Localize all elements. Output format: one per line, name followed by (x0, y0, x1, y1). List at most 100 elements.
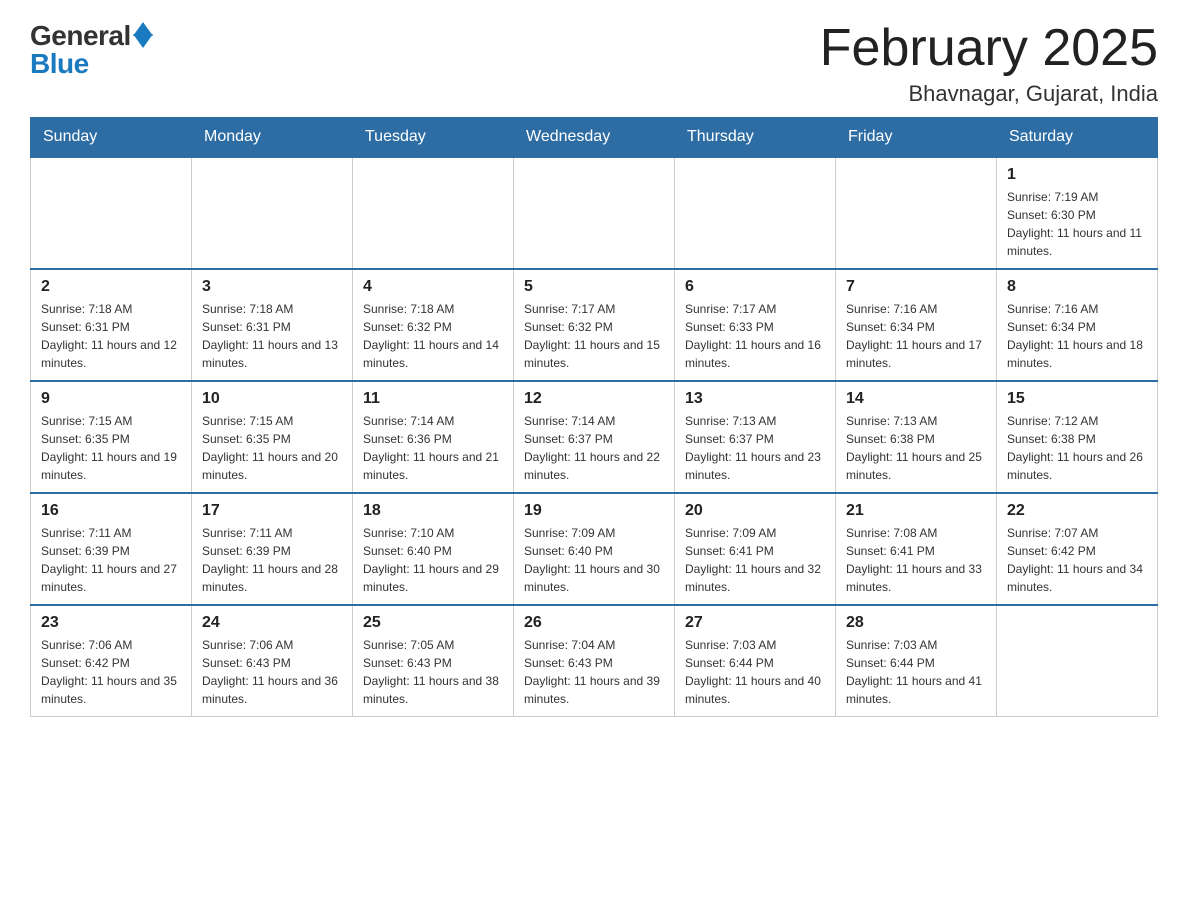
day-info: Sunrise: 7:09 AMSunset: 6:40 PMDaylight:… (524, 524, 664, 596)
day-info: Sunrise: 7:17 AMSunset: 6:32 PMDaylight:… (524, 300, 664, 372)
calendar-cell: 19 Sunrise: 7:09 AMSunset: 6:40 PMDayligh… (514, 493, 675, 605)
calendar-cell: 22 Sunrise: 7:07 AMSunset: 6:42 PMDayligh… (997, 493, 1158, 605)
calendar-cell (675, 157, 836, 269)
day-info: Sunrise: 7:04 AMSunset: 6:43 PMDaylight:… (524, 636, 664, 708)
day-number: 14 (846, 390, 986, 408)
calendar-cell: 26 Sunrise: 7:04 AMSunset: 6:43 PMDayligh… (514, 605, 675, 717)
day-number: 5 (524, 278, 664, 296)
weekday-header-thursday: Thursday (675, 118, 836, 158)
day-info: Sunrise: 7:18 AMSunset: 6:31 PMDaylight:… (202, 300, 342, 372)
day-number: 4 (363, 278, 503, 296)
day-info: Sunrise: 7:06 AMSunset: 6:42 PMDaylight:… (41, 636, 181, 708)
calendar-cell: 8 Sunrise: 7:16 AMSunset: 6:34 PMDaylight… (997, 269, 1158, 381)
weekday-header-wednesday: Wednesday (514, 118, 675, 158)
calendar-cell: 1 Sunrise: 7:19 AMSunset: 6:30 PMDaylight… (997, 157, 1158, 269)
day-number: 17 (202, 502, 342, 520)
day-number: 15 (1007, 390, 1147, 408)
day-number: 3 (202, 278, 342, 296)
week-row-4: 16 Sunrise: 7:11 AMSunset: 6:39 PMDayligh… (31, 493, 1158, 605)
day-number: 6 (685, 278, 825, 296)
calendar-table: SundayMondayTuesdayWednesdayThursdayFrid… (30, 117, 1158, 717)
calendar-cell (31, 157, 192, 269)
calendar-cell: 21 Sunrise: 7:08 AMSunset: 6:41 PMDayligh… (836, 493, 997, 605)
week-row-5: 23 Sunrise: 7:06 AMSunset: 6:42 PMDayligh… (31, 605, 1158, 717)
day-number: 11 (363, 390, 503, 408)
day-number: 1 (1007, 166, 1147, 184)
day-info: Sunrise: 7:13 AMSunset: 6:38 PMDaylight:… (846, 412, 986, 484)
calendar-cell (836, 157, 997, 269)
day-info: Sunrise: 7:05 AMSunset: 6:43 PMDaylight:… (363, 636, 503, 708)
logo: General Blue (30, 20, 153, 80)
calendar-cell: 13Sunrise: 7:13 AMSunset: 6:37 PMDayligh… (675, 381, 836, 493)
calendar-cell: 5 Sunrise: 7:17 AMSunset: 6:32 PMDaylight… (514, 269, 675, 381)
day-info: Sunrise: 7:11 AMSunset: 6:39 PMDaylight:… (202, 524, 342, 596)
weekday-header-friday: Friday (836, 118, 997, 158)
day-number: 22 (1007, 502, 1147, 520)
calendar-cell (353, 157, 514, 269)
logo-blue-text: Blue (30, 48, 153, 80)
day-number: 23 (41, 614, 181, 632)
day-number: 2 (41, 278, 181, 296)
day-info: Sunrise: 7:07 AMSunset: 6:42 PMDaylight:… (1007, 524, 1147, 596)
day-info: Sunrise: 7:10 AMSunset: 6:40 PMDaylight:… (363, 524, 503, 596)
week-row-1: 1 Sunrise: 7:19 AMSunset: 6:30 PMDaylight… (31, 157, 1158, 269)
day-number: 12 (524, 390, 664, 408)
weekday-header-monday: Monday (192, 118, 353, 158)
calendar-cell: 28Sunrise: 7:03 AMSunset: 6:44 PMDayligh… (836, 605, 997, 717)
day-info: Sunrise: 7:11 AMSunset: 6:39 PMDaylight:… (41, 524, 181, 596)
day-info: Sunrise: 7:19 AMSunset: 6:30 PMDaylight:… (1007, 188, 1147, 260)
day-number: 24 (202, 614, 342, 632)
calendar-cell: 12 Sunrise: 7:14 AMSunset: 6:37 PMDayligh… (514, 381, 675, 493)
day-info: Sunrise: 7:03 AMSunset: 6:44 PMDaylight:… (685, 636, 825, 708)
day-number: 13 (685, 390, 825, 408)
day-number: 10 (202, 390, 342, 408)
day-number: 26 (524, 614, 664, 632)
logo-triangle-down (133, 34, 153, 48)
day-number: 19 (524, 502, 664, 520)
calendar-cell: 7 Sunrise: 7:16 AMSunset: 6:34 PMDaylight… (836, 269, 997, 381)
day-info: Sunrise: 7:08 AMSunset: 6:41 PMDaylight:… (846, 524, 986, 596)
day-number: 18 (363, 502, 503, 520)
calendar-cell: 11 Sunrise: 7:14 AMSunset: 6:36 PMDayligh… (353, 381, 514, 493)
calendar-cell: 4 Sunrise: 7:18 AMSunset: 6:32 PMDaylight… (353, 269, 514, 381)
calendar-cell: 16 Sunrise: 7:11 AMSunset: 6:39 PMDayligh… (31, 493, 192, 605)
calendar-cell: 24 Sunrise: 7:06 AMSunset: 6:43 PMDayligh… (192, 605, 353, 717)
day-number: 16 (41, 502, 181, 520)
week-row-2: 2 Sunrise: 7:18 AMSunset: 6:31 PMDaylight… (31, 269, 1158, 381)
month-title: February 2025 (820, 20, 1158, 77)
day-info: Sunrise: 7:18 AMSunset: 6:32 PMDaylight:… (363, 300, 503, 372)
title-section: February 2025 Bhavnagar, Gujarat, India (820, 20, 1158, 107)
day-info: Sunrise: 7:06 AMSunset: 6:43 PMDaylight:… (202, 636, 342, 708)
calendar-cell (192, 157, 353, 269)
day-info: Sunrise: 7:03 AMSunset: 6:44 PMDaylight:… (846, 636, 986, 708)
day-number: 25 (363, 614, 503, 632)
day-info: Sunrise: 7:15 AMSunset: 6:35 PMDaylight:… (202, 412, 342, 484)
day-info: Sunrise: 7:14 AMSunset: 6:36 PMDaylight:… (363, 412, 503, 484)
day-number: 8 (1007, 278, 1147, 296)
day-info: Sunrise: 7:15 AMSunset: 6:35 PMDaylight:… (41, 412, 181, 484)
calendar-cell: 25 Sunrise: 7:05 AMSunset: 6:43 PMDayligh… (353, 605, 514, 717)
day-number: 27 (685, 614, 825, 632)
day-info: Sunrise: 7:12 AMSunset: 6:38 PMDaylight:… (1007, 412, 1147, 484)
day-info: Sunrise: 7:14 AMSunset: 6:37 PMDaylight:… (524, 412, 664, 484)
weekday-header-sunday: Sunday (31, 118, 192, 158)
weekday-header-tuesday: Tuesday (353, 118, 514, 158)
location-title: Bhavnagar, Gujarat, India (820, 81, 1158, 107)
calendar-cell: 9 Sunrise: 7:15 AMSunset: 6:35 PMDaylight… (31, 381, 192, 493)
weekday-header-row: SundayMondayTuesdayWednesdayThursdayFrid… (31, 118, 1158, 158)
day-number: 20 (685, 502, 825, 520)
day-info: Sunrise: 7:16 AMSunset: 6:34 PMDaylight:… (1007, 300, 1147, 372)
calendar-cell (997, 605, 1158, 717)
calendar-cell: 10 Sunrise: 7:15 AMSunset: 6:35 PMDayligh… (192, 381, 353, 493)
calendar-cell: 18 Sunrise: 7:10 AMSunset: 6:40 PMDayligh… (353, 493, 514, 605)
day-number: 21 (846, 502, 986, 520)
day-info: Sunrise: 7:17 AMSunset: 6:33 PMDaylight:… (685, 300, 825, 372)
calendar-cell: 27 Sunrise: 7:03 AMSunset: 6:44 PMDayligh… (675, 605, 836, 717)
calendar-cell: 23 Sunrise: 7:06 AMSunset: 6:42 PMDayligh… (31, 605, 192, 717)
day-info: Sunrise: 7:16 AMSunset: 6:34 PMDaylight:… (846, 300, 986, 372)
day-info: Sunrise: 7:18 AMSunset: 6:31 PMDaylight:… (41, 300, 181, 372)
day-number: 7 (846, 278, 986, 296)
week-row-3: 9 Sunrise: 7:15 AMSunset: 6:35 PMDaylight… (31, 381, 1158, 493)
calendar-cell: 2 Sunrise: 7:18 AMSunset: 6:31 PMDaylight… (31, 269, 192, 381)
day-number: 9 (41, 390, 181, 408)
